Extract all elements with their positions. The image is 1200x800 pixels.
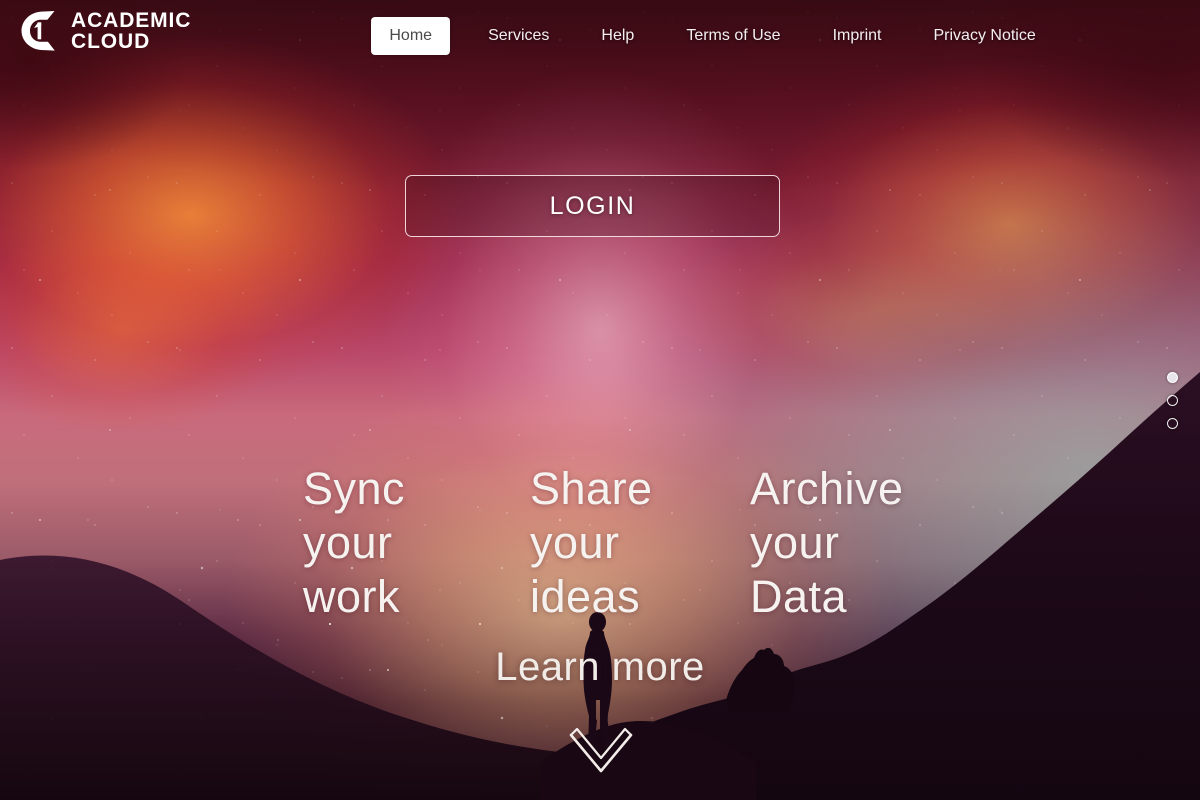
- learn-more-link[interactable]: Learn more: [0, 645, 1200, 690]
- login-button[interactable]: LOGIN: [405, 175, 780, 237]
- learn-more-label: Learn more: [495, 645, 705, 689]
- brand-line-2: CLOUD: [71, 30, 151, 53]
- brand-line-1: ACADEMIC: [71, 9, 192, 32]
- brand-wordmark: ACADEMIC CLOUD: [71, 10, 191, 52]
- slider-dot-3[interactable]: [1167, 418, 1178, 429]
- site-header: ACADEMIC CLOUD Home Services Help Terms …: [0, 0, 1200, 64]
- nav-item-services[interactable]: Services: [462, 22, 575, 50]
- nav-item-imprint[interactable]: Imprint: [807, 22, 908, 50]
- chevron-down-icon[interactable]: [565, 727, 637, 787]
- tagline-sync-your-work: Sync your work: [303, 463, 406, 622]
- landing-page: ACADEMIC CLOUD Home Services Help Terms …: [0, 0, 1200, 800]
- brand-logo[interactable]: ACADEMIC CLOUD: [14, 8, 191, 54]
- nav-item-help[interactable]: Help: [575, 22, 660, 50]
- main-navigation: Home Services Help Terms of Use Imprint …: [359, 17, 1061, 55]
- tagline-share-your-ideas: Share your ideas: [530, 463, 653, 622]
- slider-dot-1[interactable]: [1167, 372, 1178, 383]
- slider-dot-2[interactable]: [1167, 395, 1178, 406]
- nav-item-privacy-notice[interactable]: Privacy Notice: [907, 22, 1061, 50]
- nav-item-home[interactable]: Home: [371, 17, 451, 55]
- tagline-archive-your-data: Archive your Data: [750, 463, 904, 622]
- academic-cloud-c-logo-icon: [14, 8, 60, 54]
- nav-item-terms-of-use[interactable]: Terms of Use: [660, 22, 806, 50]
- hero-taglines: Sync your work Share your ideas Archive …: [0, 462, 1200, 622]
- slider-pagination: [1167, 372, 1178, 429]
